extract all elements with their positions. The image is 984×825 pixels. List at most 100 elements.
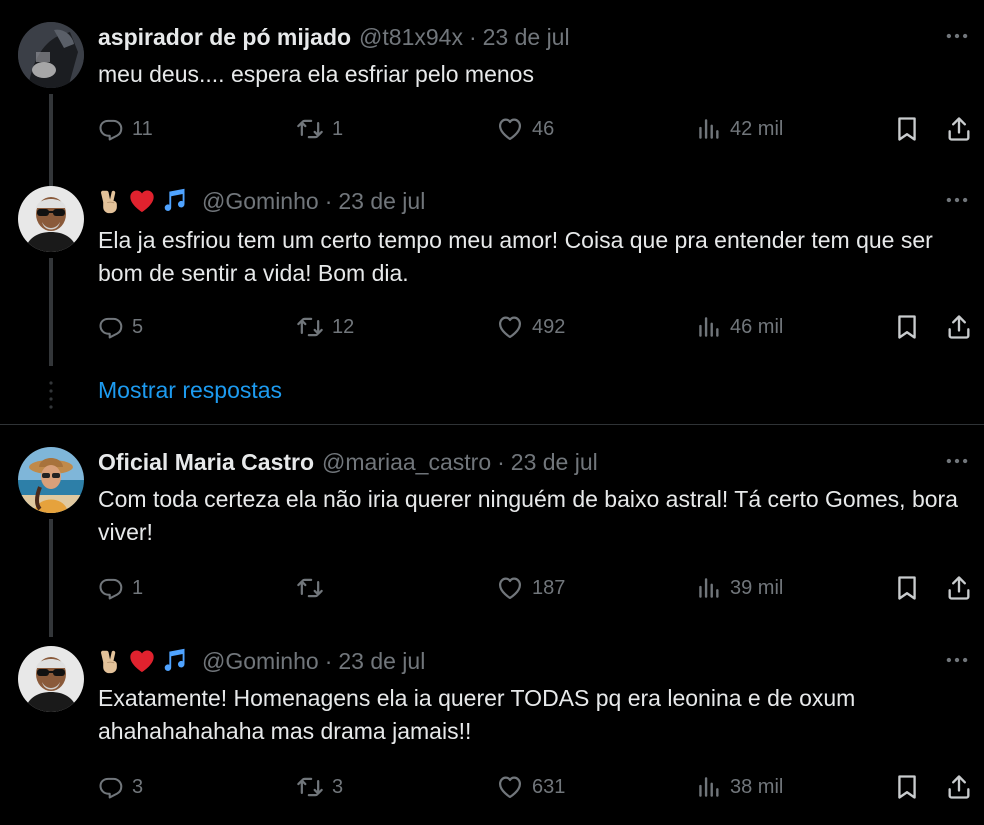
retweet-button[interactable] bbox=[296, 571, 332, 605]
timestamp[interactable]: 23 de jul bbox=[338, 648, 425, 675]
username[interactable]: @t81x94x bbox=[359, 24, 463, 51]
more-options-icon[interactable] bbox=[942, 24, 972, 48]
username[interactable]: @mariaa_castro bbox=[322, 449, 491, 476]
views-icon bbox=[696, 774, 722, 800]
bookmark-button[interactable] bbox=[893, 112, 929, 146]
victory-hand-icon bbox=[98, 188, 124, 214]
conversation-divider bbox=[0, 424, 984, 425]
bookmark-icon bbox=[893, 313, 921, 341]
red-heart-icon bbox=[128, 647, 156, 675]
more-options-icon[interactable] bbox=[942, 188, 972, 212]
share-icon bbox=[945, 574, 973, 602]
like-button[interactable]: 631 bbox=[496, 770, 565, 804]
musical-notes-icon bbox=[160, 647, 188, 675]
tweet-header: Oficial Maria Castro @mariaa_castro · 23… bbox=[98, 447, 598, 477]
reply-count: 5 bbox=[132, 315, 144, 338]
reply-icon bbox=[98, 314, 124, 340]
share-button[interactable] bbox=[945, 112, 981, 146]
like-count: 631 bbox=[532, 775, 566, 798]
bookmark-icon bbox=[893, 773, 921, 801]
show-replies-link[interactable]: Mostrar respostas bbox=[98, 377, 282, 404]
more-options-icon[interactable] bbox=[942, 449, 972, 473]
username[interactable]: @Gominho bbox=[202, 188, 319, 215]
red-heart-icon bbox=[128, 187, 156, 215]
tweet[interactable]: @Gominho · 23 de jul Exatamente! Homenag… bbox=[0, 646, 984, 816]
retweet-count: 3 bbox=[332, 775, 344, 798]
share-button[interactable] bbox=[945, 770, 981, 804]
tweet-text: Com toda certeza ela não iria querer nin… bbox=[98, 486, 958, 545]
bookmark-button[interactable] bbox=[893, 571, 929, 605]
share-button[interactable] bbox=[945, 571, 981, 605]
bookmark-icon bbox=[893, 115, 921, 143]
bookmark-icon bbox=[893, 574, 921, 602]
reply-icon bbox=[98, 575, 124, 601]
retweet-count: 1 bbox=[332, 117, 344, 140]
username[interactable]: @Gominho bbox=[202, 648, 319, 675]
header-separator: · bbox=[468, 23, 477, 50]
reply-button[interactable]: 1 bbox=[98, 571, 143, 605]
like-button[interactable]: 187 bbox=[496, 571, 565, 605]
action-bar: 5 12 492 46 mil bbox=[98, 310, 978, 344]
victory-hand-icon bbox=[98, 648, 124, 674]
avatar[interactable] bbox=[18, 447, 84, 513]
bookmark-button[interactable] bbox=[893, 770, 929, 804]
display-name[interactable]: aspirador de pó mijado bbox=[98, 24, 351, 51]
bookmark-button[interactable] bbox=[893, 310, 929, 344]
share-icon bbox=[945, 773, 973, 801]
views-button[interactable]: 39 mil bbox=[696, 571, 783, 605]
tweet-text: Exatamente! Homenagens ela ia querer TOD… bbox=[98, 685, 856, 744]
retweet-count: 12 bbox=[332, 315, 355, 338]
thread-line bbox=[49, 94, 53, 200]
retweet-icon bbox=[296, 313, 324, 341]
musical-notes-icon bbox=[160, 187, 188, 215]
retweet-icon bbox=[296, 115, 324, 143]
views-count: 38 mil bbox=[730, 775, 784, 798]
thread-line bbox=[49, 258, 53, 366]
views-icon bbox=[696, 116, 722, 142]
retweet-icon bbox=[296, 574, 324, 602]
views-count: 42 mil bbox=[730, 117, 784, 140]
timestamp[interactable]: 23 de jul bbox=[483, 24, 570, 51]
reply-button[interactable]: 3 bbox=[98, 770, 143, 804]
more-options-icon[interactable] bbox=[942, 648, 972, 672]
display-name[interactable]: Oficial Maria Castro bbox=[98, 449, 314, 476]
reply-count: 11 bbox=[132, 117, 153, 140]
avatar[interactable] bbox=[18, 646, 84, 712]
reply-count: 1 bbox=[132, 576, 144, 599]
share-icon bbox=[945, 115, 973, 143]
tweet-header: @Gominho · 23 de jul bbox=[98, 646, 425, 676]
action-bar: 1 187 39 mil bbox=[98, 571, 978, 605]
views-button[interactable]: 42 mil bbox=[696, 112, 783, 146]
share-button[interactable] bbox=[945, 310, 981, 344]
avatar[interactable] bbox=[18, 186, 84, 252]
retweet-button[interactable]: 3 bbox=[296, 770, 343, 804]
tweet[interactable]: Oficial Maria Castro @mariaa_castro · 23… bbox=[0, 447, 984, 637]
reply-button[interactable]: 5 bbox=[98, 310, 143, 344]
header-separator: · bbox=[324, 647, 333, 674]
timestamp[interactable]: 23 de jul bbox=[338, 188, 425, 215]
like-icon bbox=[496, 115, 524, 143]
thread-line bbox=[49, 519, 53, 637]
retweet-icon bbox=[296, 773, 324, 801]
action-bar: 3 3 631 38 mil bbox=[98, 770, 978, 804]
thread-continuation-dots bbox=[48, 380, 54, 410]
views-button[interactable]: 46 mil bbox=[696, 310, 783, 344]
avatar[interactable] bbox=[18, 22, 84, 88]
retweet-button[interactable]: 1 bbox=[296, 112, 343, 146]
reply-button[interactable]: 11 bbox=[98, 112, 153, 146]
like-icon bbox=[496, 574, 524, 602]
display-name-emojis[interactable] bbox=[98, 647, 192, 675]
reply-icon bbox=[98, 774, 124, 800]
display-name-emojis[interactable] bbox=[98, 187, 192, 215]
timestamp[interactable]: 23 de jul bbox=[511, 449, 598, 476]
views-button[interactable]: 38 mil bbox=[696, 770, 783, 804]
action-bar: 11 1 46 42 mil bbox=[98, 112, 978, 146]
tweet[interactable]: aspirador de pó mijado @t81x94x · 23 de … bbox=[0, 22, 984, 200]
tweet[interactable]: @Gominho · 23 de jul Ela ja esfriou tem … bbox=[0, 186, 984, 366]
views-count: 39 mil bbox=[730, 576, 784, 599]
like-button[interactable]: 46 bbox=[496, 112, 554, 146]
like-button[interactable]: 492 bbox=[496, 310, 565, 344]
header-separator: · bbox=[497, 448, 505, 475]
retweet-button[interactable]: 12 bbox=[296, 310, 354, 344]
views-count: 46 mil bbox=[730, 315, 784, 338]
